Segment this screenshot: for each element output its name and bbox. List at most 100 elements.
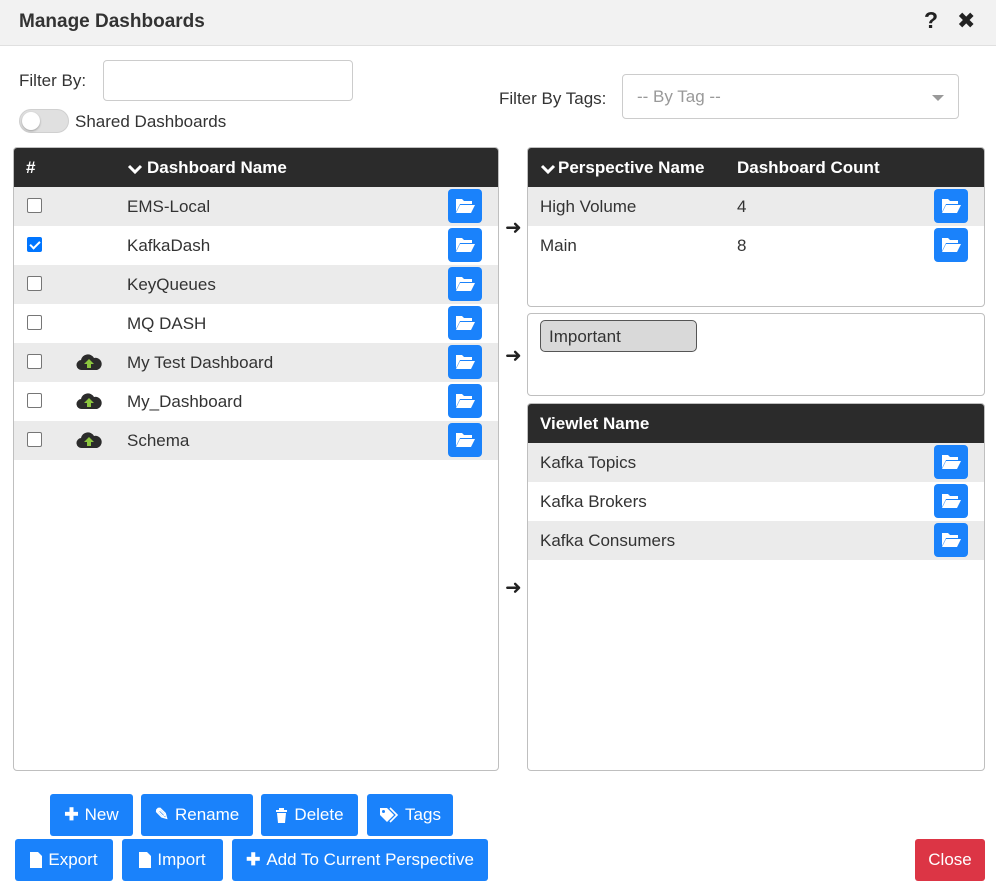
tags-button-label: Tags xyxy=(405,805,441,824)
new-button-label: New xyxy=(84,805,119,824)
viewlets-header: Viewlet Name xyxy=(528,404,984,443)
arrow-right-icon: ➜ xyxy=(505,577,522,599)
new-button[interactable]: ✚ New xyxy=(50,794,133,836)
table-row[interactable]: Schema xyxy=(14,421,498,460)
tags-button[interactable]: Tags xyxy=(367,794,453,836)
header-num: # xyxy=(26,158,36,177)
import-button[interactable]: Import xyxy=(122,839,223,881)
header-dashboard-name[interactable]: Dashboard Name xyxy=(127,158,287,178)
viewlet-name: Kafka Brokers xyxy=(540,492,647,511)
dashboard-name: MQ DASH xyxy=(127,314,207,333)
shared-dashboards-toggle[interactable] xyxy=(19,109,69,133)
file-icon xyxy=(139,852,152,868)
file-icon xyxy=(30,852,43,868)
close-icon[interactable]: ✖ xyxy=(957,9,975,33)
folder-open-icon[interactable] xyxy=(448,306,482,340)
perspectives-header: Perspective Name Dashboard Count xyxy=(528,148,984,187)
folder-open-icon[interactable] xyxy=(934,484,968,518)
folder-open-icon[interactable] xyxy=(448,384,482,418)
row-checkbox[interactable] xyxy=(27,237,42,252)
rename-button[interactable]: ✎ Rename xyxy=(141,794,253,836)
plus-icon: ✚ xyxy=(246,850,261,869)
filter-input[interactable] xyxy=(103,60,353,101)
folder-open-icon[interactable] xyxy=(448,267,482,301)
cloud-upload-icon xyxy=(76,352,102,377)
filter-by-label: Filter By: xyxy=(19,71,87,90)
folder-open-icon[interactable] xyxy=(448,423,482,457)
dashboard-name: My Test Dashboard xyxy=(127,353,274,372)
cloud-upload-icon xyxy=(76,430,102,455)
tag-select[interactable]: -- By Tag -- xyxy=(622,74,959,119)
perspectives-panel: Perspective Name Dashboard Count High Vo… xyxy=(527,147,985,307)
rename-button-label: Rename xyxy=(174,805,240,824)
dashboard-count: 8 xyxy=(737,236,747,255)
add-to-current-perspective-label: Add To Current Perspective xyxy=(266,850,474,869)
dashboard-name: KeyQueues xyxy=(127,275,216,294)
arrow-right-icon: ➜ xyxy=(505,217,522,239)
folder-open-icon[interactable] xyxy=(934,445,968,479)
delete-button-label: Delete xyxy=(294,805,344,824)
viewlets-panel: Viewlet Name Kafka Topics Kafka Brokers Ka… xyxy=(527,403,985,771)
folder-open-icon[interactable] xyxy=(934,523,968,557)
folder-open-icon[interactable] xyxy=(448,189,482,223)
perspective-name: Main xyxy=(540,236,577,255)
row-checkbox[interactable] xyxy=(27,315,42,330)
add-to-current-perspective-button[interactable]: ✚ Add To Current Perspective xyxy=(232,839,488,881)
table-row[interactable]: Main 8 xyxy=(528,226,984,265)
table-row[interactable]: MQ DASH xyxy=(14,304,498,343)
tags-panel: Important xyxy=(527,313,985,396)
table-row[interactable]: KafkaDash xyxy=(14,226,498,265)
perspective-name: High Volume xyxy=(540,197,637,216)
dashboard-name: EMS-Local xyxy=(127,197,211,216)
tag-chip[interactable]: Important xyxy=(540,320,697,352)
chevron-down-icon xyxy=(127,164,143,174)
table-row[interactable]: Kafka Topics xyxy=(528,443,984,482)
delete-button[interactable]: Delete xyxy=(261,794,358,836)
header-perspective-name[interactable]: Perspective Name xyxy=(540,158,704,178)
filter-by-tags-label: Filter By Tags: xyxy=(499,89,607,108)
table-row[interactable]: Kafka Brokers xyxy=(528,482,984,521)
close-button[interactable]: Close xyxy=(915,839,985,881)
folder-open-icon[interactable] xyxy=(448,345,482,379)
dashboard-name: KafkaDash xyxy=(127,236,211,255)
export-button[interactable]: Export xyxy=(15,839,113,881)
table-row[interactable]: KeyQueues xyxy=(14,265,498,304)
plus-icon: ✚ xyxy=(64,805,79,824)
header-perspective-name-text: Perspective Name xyxy=(558,158,705,177)
tags-icon xyxy=(380,807,399,823)
chevron-down-icon xyxy=(540,164,556,174)
folder-open-icon[interactable] xyxy=(448,228,482,262)
export-button-label: Export xyxy=(48,850,98,869)
header-dashboard-count[interactable]: Dashboard Count xyxy=(737,158,880,178)
caret-down-icon xyxy=(932,95,944,101)
table-row[interactable]: High Volume 4 xyxy=(528,187,984,226)
dashboards-header: # Dashboard Name xyxy=(14,148,498,187)
help-icon[interactable]: ? xyxy=(924,7,938,34)
folder-open-icon[interactable] xyxy=(934,189,968,223)
dashboard-count: 4 xyxy=(737,197,747,216)
row-checkbox[interactable] xyxy=(27,393,42,408)
pencil-icon: ✎ xyxy=(154,805,169,824)
dialog-titlebar: Manage Dashboards ? ✖ xyxy=(0,0,996,46)
viewlet-name: Kafka Consumers xyxy=(540,531,676,550)
row-checkbox[interactable] xyxy=(27,276,42,291)
table-row[interactable]: My_Dashboard xyxy=(14,382,498,421)
trash-icon xyxy=(276,807,288,823)
viewlet-name: Kafka Topics xyxy=(540,453,637,472)
dashboards-panel: # Dashboard Name EMS-Local KafkaDash KeyQu… xyxy=(13,147,499,771)
table-row[interactable]: My Test Dashboard xyxy=(14,343,498,382)
tag-select-placeholder: -- By Tag -- xyxy=(637,87,721,106)
folder-open-icon[interactable] xyxy=(934,228,968,262)
header-viewlet-name[interactable]: Viewlet Name xyxy=(540,414,649,434)
dashboard-name: Schema xyxy=(127,431,190,450)
dialog-title: Manage Dashboards xyxy=(19,11,205,32)
shared-dashboards-label: Shared Dashboards xyxy=(75,112,227,131)
table-row[interactable]: EMS-Local xyxy=(14,187,498,226)
import-button-label: Import xyxy=(157,850,206,869)
table-row[interactable]: Kafka Consumers xyxy=(528,521,984,560)
arrow-right-icon: ➜ xyxy=(505,345,522,367)
dashboard-name: My_Dashboard xyxy=(127,392,243,411)
row-checkbox[interactable] xyxy=(27,354,42,369)
row-checkbox[interactable] xyxy=(27,432,42,447)
row-checkbox[interactable] xyxy=(27,198,42,213)
